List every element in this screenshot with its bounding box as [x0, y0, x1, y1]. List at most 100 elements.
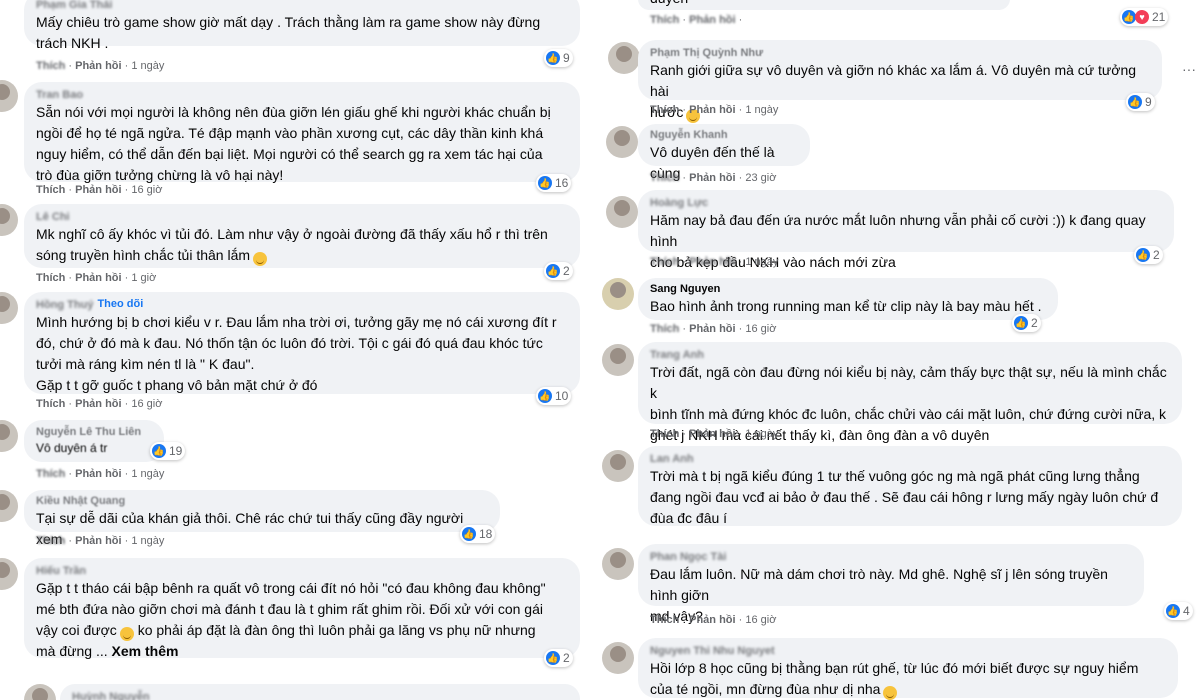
- comment-bubble: Nguyễn Lê Thu Liên Vô duyên á tr: [24, 420, 164, 462]
- reply-link[interactable]: Phản hồi: [689, 14, 735, 26]
- user-avatar[interactable]: [602, 344, 634, 376]
- comment-item: duyên Thích · Phản hồi · 👍 ♥ 21: [602, 0, 1200, 34]
- commenter-name[interactable]: Huỳnh Nguyễn: [72, 690, 568, 700]
- reply-link[interactable]: Phản hồi: [75, 468, 121, 480]
- like-link[interactable]: Thích: [36, 535, 65, 547]
- comment-actions: Thích · Phản hồi · 16 giờ: [36, 398, 163, 410]
- comment-bubble: Tran Bao Sẵn nói với mọi người là không …: [24, 82, 580, 183]
- follow-link[interactable]: Theo dõi: [97, 298, 143, 312]
- like-link[interactable]: Thích: [36, 184, 65, 196]
- like-link[interactable]: Thích: [650, 172, 679, 184]
- user-avatar[interactable]: [602, 548, 634, 580]
- reply-link[interactable]: Phản hồi: [75, 272, 121, 284]
- like-link[interactable]: Thích: [650, 428, 679, 440]
- more-options-icon[interactable]: ···: [1180, 62, 1198, 80]
- comment-item: Kiều Nhật Quang Tại sự dễ dãi của khán g…: [0, 488, 598, 554]
- reaction-count[interactable]: 👍 9: [1126, 93, 1155, 111]
- reaction-count[interactable]: 👍 2: [544, 649, 573, 667]
- commenter-name[interactable]: Trang Anh: [650, 348, 1170, 362]
- comment-text: Mk nghĩ cô ấy khóc vì tủi đó. Làm như vậ…: [36, 224, 568, 266]
- like-reaction-icon: 👍: [538, 389, 552, 403]
- like-link[interactable]: Thích: [36, 272, 65, 284]
- user-avatar[interactable]: [608, 42, 640, 74]
- user-avatar[interactable]: [0, 204, 18, 236]
- commenter-name[interactable]: Hoàng Lực: [650, 196, 1162, 210]
- comment-bubble: Kiều Nhật Quang Tại sự dễ dãi của khán g…: [24, 490, 500, 547]
- like-link[interactable]: Thích: [650, 104, 679, 116]
- reaction-count[interactable]: 👍 2: [1012, 314, 1041, 332]
- like-link[interactable]: Thích: [36, 60, 65, 72]
- like-reaction-icon: 👍: [1128, 95, 1142, 109]
- reply-link[interactable]: Phản hồi: [75, 398, 121, 410]
- comment-text: Vô duyên á tr: [36, 441, 108, 455]
- reply-link[interactable]: Phản hồi: [689, 614, 735, 626]
- user-avatar[interactable]: [0, 80, 18, 112]
- comment-header: Hồng Thuý Theo dõi: [36, 298, 568, 312]
- user-avatar[interactable]: [0, 292, 18, 324]
- reaction-count[interactable]: 👍 2: [544, 262, 573, 280]
- reaction-count[interactable]: 👍 19: [150, 442, 186, 460]
- comment-bubble: duyên: [638, 0, 1010, 10]
- like-link[interactable]: Thích: [650, 256, 679, 268]
- commenter-name[interactable]: Nguyễn Lê Thu Liên: [36, 425, 152, 439]
- reaction-count[interactable]: 👍 18: [460, 525, 496, 543]
- like-reaction-icon: 👍: [152, 444, 166, 458]
- user-avatar[interactable]: [0, 490, 18, 522]
- commenter-name[interactable]: Lan Anh: [650, 452, 1170, 466]
- comment-item: Phạm Gia Thái Mấy chiêu trò game show gi…: [0, 0, 598, 78]
- commenter-name[interactable]: Sang Nguyen: [650, 282, 1046, 296]
- reaction-count[interactable]: 👍 4: [1164, 602, 1193, 620]
- like-link[interactable]: Thích: [650, 14, 679, 26]
- comment-bubble: Phạm Gia Thái Mấy chiêu trò game show gi…: [24, 0, 580, 51]
- commenter-name[interactable]: Hiếu Trần: [36, 564, 568, 578]
- comment-bubble: Nguyen Thi Nhu Nguyet Hồi lớp 8 học cũng…: [638, 638, 1178, 700]
- user-avatar[interactable]: [606, 126, 638, 158]
- like-link[interactable]: Thích: [650, 323, 679, 335]
- comment-time: 1 ngày: [745, 256, 779, 268]
- comment-text: Trời mà t bị ngã kiểu đúng 1 tư thế vuôn…: [650, 468, 1159, 526]
- user-avatar[interactable]: [0, 420, 18, 452]
- user-avatar[interactable]: [24, 684, 56, 700]
- user-avatar[interactable]: [602, 278, 634, 310]
- reply-link[interactable]: Phản hồi: [75, 535, 121, 547]
- like-reaction-icon: 👍: [462, 527, 476, 541]
- commenter-name[interactable]: Nguyen Thi Nhu Nguyet: [650, 644, 1166, 658]
- reply-link[interactable]: Phản hồi: [75, 184, 121, 196]
- reply-link[interactable]: Phản hồi: [689, 323, 735, 335]
- reply-link[interactable]: Phản hồi: [689, 172, 735, 184]
- reply-link[interactable]: Phản hồi: [689, 256, 735, 268]
- like-link[interactable]: Thích: [36, 468, 65, 480]
- reaction-count[interactable]: 👍 10: [536, 387, 572, 405]
- like-link[interactable]: Thích: [36, 398, 65, 410]
- reaction-count[interactable]: 👍 9: [544, 49, 573, 67]
- commenter-name[interactable]: Kiều Nhật Quang: [36, 494, 488, 508]
- comment-text: Mình hướng bị b chơi kiểu v r. Đau lắm n…: [36, 314, 557, 393]
- reaction-count[interactable]: 👍 ♥ 21: [1120, 8, 1169, 26]
- right-comment-column: duyên Thích · Phản hồi · 👍 ♥ 21 Phạm Thị…: [602, 0, 1200, 700]
- commenter-name[interactable]: Tran Bao: [36, 88, 568, 102]
- reply-link[interactable]: Phản hồi: [689, 428, 735, 440]
- grin-emoji-icon: 😆: [883, 686, 898, 700]
- reply-link[interactable]: Phản hồi: [75, 60, 121, 72]
- user-avatar[interactable]: [602, 450, 634, 482]
- user-avatar[interactable]: [606, 196, 638, 228]
- user-avatar[interactable]: [602, 642, 634, 674]
- like-reaction-icon: 👍: [1136, 248, 1150, 262]
- commenter-name[interactable]: Phạm Gia Thái: [36, 0, 568, 12]
- commenter-name[interactable]: Lê Chi: [36, 210, 568, 224]
- reply-link[interactable]: Phản hồi: [689, 104, 735, 116]
- reaction-count[interactable]: 👍 16: [536, 174, 572, 192]
- comment-bubble: Phạm Thị Quỳnh Như Ranh giới giữa sự vô …: [638, 40, 1162, 123]
- comment-time: 1 ngày: [131, 60, 165, 72]
- comment-actions: Thích · Phản hồi · 1 ngày: [36, 468, 165, 480]
- sad-emoji-icon: 😞: [253, 252, 268, 266]
- commenter-name[interactable]: Phan Ngọc Tài: [650, 550, 1132, 564]
- user-avatar[interactable]: [0, 558, 18, 590]
- comment-actions: Thích · Phản hồi · 1 ngày: [36, 535, 165, 547]
- reaction-count[interactable]: 👍 2: [1134, 246, 1163, 264]
- see-more-link[interactable]: Xem thêm: [112, 643, 179, 659]
- commenter-name[interactable]: Phạm Thị Quỳnh Như: [650, 46, 1150, 60]
- commenter-name[interactable]: Hồng Thuý: [36, 298, 93, 312]
- commenter-name[interactable]: Nguyễn Khanh: [650, 128, 798, 142]
- like-link[interactable]: Thích: [650, 614, 679, 626]
